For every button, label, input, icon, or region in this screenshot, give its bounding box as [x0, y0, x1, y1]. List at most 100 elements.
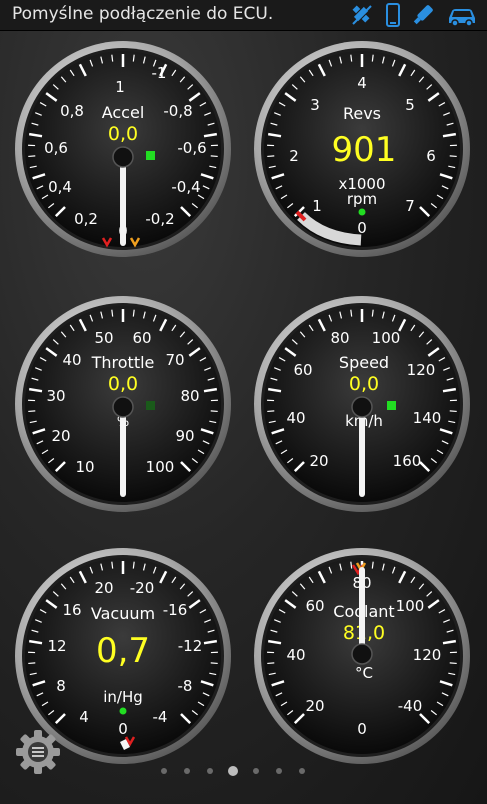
vacuum-tick-label: 12: [47, 637, 66, 655]
speed-tick-label: 140: [413, 409, 442, 427]
coolant-gauge[interactable]: 80 60 100 40 120 20 -40 0 Coolant 81,0 °…: [253, 547, 471, 765]
tick-mark: [371, 561, 374, 569]
accel-tick-label: 0,2: [74, 210, 98, 228]
tick-mark: [371, 54, 374, 62]
coolant-tick-label: 60: [305, 597, 324, 615]
coolant-needle-hub: [351, 643, 373, 665]
coolant-tick-label: 20: [305, 697, 324, 715]
coolant-tick-label: 40: [286, 646, 305, 664]
speed-tick-label: 20: [309, 452, 328, 470]
vacuum-tick-label: 20: [94, 579, 113, 597]
throttle-tick-label: 40: [62, 351, 81, 369]
tick-mark: [267, 662, 275, 665]
revs-value: 901: [332, 130, 397, 170]
accel-tick-label: 0,6: [44, 139, 68, 157]
tick-mark: [210, 155, 218, 158]
accel-indicator-light: [146, 151, 155, 160]
tick-mark: [449, 155, 457, 158]
throttle-tick-label: 70: [165, 351, 184, 369]
accel-tick-label: 1: [115, 78, 125, 96]
status-bar: Pomyślne podłączenie do ECU.: [0, 0, 487, 31]
status-icons: [349, 2, 479, 28]
revs-tick-label: 6: [426, 147, 436, 165]
speed-tick-label: 40: [286, 409, 305, 427]
speed-needle-hub: [351, 396, 373, 418]
vacuum-tick-label: -8: [178, 677, 193, 695]
tick-mark: [28, 662, 36, 665]
page-dot[interactable]: [228, 766, 238, 776]
speed-needle: [359, 413, 365, 497]
throttle-needle: [120, 413, 126, 497]
gps-disabled-icon: [349, 2, 375, 28]
tick-mark: [132, 309, 135, 317]
tick-mark: [350, 309, 353, 317]
throttle-gauge[interactable]: 50 60 40 70 30 80 20 90 10 100 Throttle …: [14, 295, 232, 513]
vacuum-tick-label: -16: [163, 601, 188, 619]
revs-unit: rpm: [347, 190, 377, 208]
tick-mark: [28, 155, 36, 158]
throttle-tick-label: 80: [180, 387, 199, 405]
speed-tick-label: 80: [330, 329, 349, 347]
tick-mark: [371, 309, 374, 317]
accel-tick-label: -0,8: [163, 102, 192, 120]
revs-tick-label: 2: [289, 147, 299, 165]
speed-gauge[interactable]: 80 100 60 120 40 140 20 160 Speed 0,0 km…: [253, 295, 471, 513]
accel-label: Accel: [102, 103, 145, 122]
tick-mark: [210, 410, 218, 413]
revs-tick-label: 0: [357, 219, 367, 237]
revs-tick-label: 3: [310, 96, 320, 114]
tick-mark: [132, 54, 135, 62]
speed-tick-label: 120: [407, 361, 436, 379]
vacuum-unit: in/Hg: [103, 688, 143, 706]
vacuum-indicator-light: [119, 707, 127, 715]
phone-icon: [385, 2, 401, 28]
page-dot[interactable]: [184, 768, 190, 774]
revs-gauge[interactable]: 4 3 5 2 6 1 7 0 Revs 901 x1000 rpm: [253, 40, 471, 258]
page-dot[interactable]: [276, 768, 282, 774]
accel-tick-label: -0,4: [171, 178, 200, 196]
accel-tick-label: -0,2: [145, 210, 174, 228]
vacuum-tick-label: -4: [153, 708, 168, 726]
throttle-tick-label: 10: [75, 458, 94, 476]
accel-tick-label: 0,4: [48, 178, 72, 196]
coolant-unit: °C: [355, 664, 373, 682]
revs-tick-label: 1: [312, 197, 322, 215]
tick-mark: [111, 309, 114, 317]
page-dot[interactable]: [253, 768, 259, 774]
tick-mark: [350, 561, 353, 569]
speed-value: 0,0: [349, 373, 379, 395]
vacuum-tick-label: 0: [118, 720, 128, 738]
coolant-tick-label: 120: [413, 646, 442, 664]
speed-indicator-light: [387, 401, 396, 410]
bluetooth-adapter-icon: [411, 2, 435, 28]
accel-gauge[interactable]: 1 -1 0,8 -0,8 0,6 -0,6 0,4 -0,4 0,2 -0,2…: [14, 40, 232, 258]
accel-value: 0,0: [108, 123, 138, 145]
connection-status-text: Pomyślne podłączenie do ECU.: [12, 4, 274, 24]
accel-needle-hub: [112, 146, 134, 168]
coolant-tick-label: -40: [398, 697, 423, 715]
speed-tick-label: 160: [393, 452, 422, 470]
page-dot[interactable]: [207, 768, 213, 774]
coolant-tick-label: 100: [396, 597, 425, 615]
vacuum-tick-label: -20: [130, 579, 155, 597]
throttle-indicator-light: [146, 401, 155, 410]
speed-tick-label: 100: [372, 329, 401, 347]
accel-tick-label: -1: [152, 64, 167, 82]
coolant-tick-label: 0: [357, 720, 367, 738]
speed-label: Speed: [339, 353, 389, 372]
throttle-tick-label: 100: [146, 458, 175, 476]
speed-tick-label: 60: [293, 361, 312, 379]
car-icon: [445, 2, 479, 28]
vacuum-value: 0,7: [96, 631, 150, 671]
page-dot[interactable]: [161, 768, 167, 774]
tick-mark: [132, 561, 135, 569]
throttle-tick-label: 30: [46, 387, 65, 405]
page-dot[interactable]: [299, 768, 305, 774]
accel-tick-label: -0,6: [177, 139, 206, 157]
vacuum-label: Vacuum: [91, 604, 155, 623]
vacuum-tick-label: 16: [62, 601, 81, 619]
throttle-label: Throttle: [91, 353, 155, 372]
throttle-value: 0,0: [108, 373, 138, 395]
tick-mark: [210, 662, 218, 665]
coolant-needle: [359, 567, 365, 655]
